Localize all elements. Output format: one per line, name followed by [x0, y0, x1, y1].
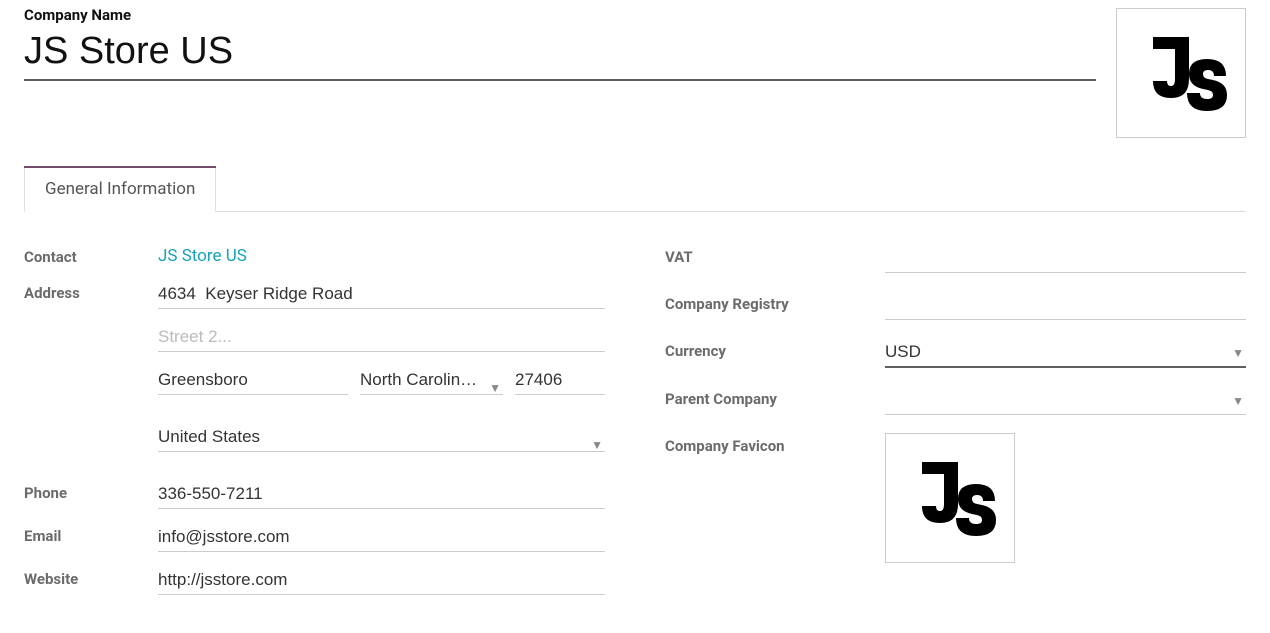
street2-input[interactable] [158, 323, 605, 352]
registry-label: Company Registry [665, 291, 885, 313]
js-logo-icon [900, 448, 1000, 548]
country-select[interactable] [158, 423, 605, 452]
favicon-label: Company Favicon [665, 433, 885, 455]
contact-link[interactable]: JS Store US [158, 244, 247, 266]
city-input[interactable] [158, 366, 348, 395]
js-logo-icon [1131, 23, 1231, 123]
website-input[interactable] [158, 566, 605, 595]
phone-label: Phone [24, 480, 158, 502]
vat-label: VAT [665, 244, 885, 266]
parent-company-label: Parent Company [665, 386, 885, 408]
zip-input[interactable] [515, 366, 605, 395]
contact-label: Contact [24, 244, 158, 266]
state-select[interactable] [360, 366, 503, 395]
company-name-label: Company Name [24, 6, 1096, 24]
address-label: Address [24, 280, 158, 302]
tab-general-information[interactable]: General Information [24, 166, 216, 212]
company-logo[interactable] [1116, 8, 1246, 138]
page-header: Company Name [24, 6, 1246, 138]
tab-bar: General Information [24, 166, 1246, 212]
company-name-input[interactable] [24, 28, 1096, 81]
company-favicon[interactable] [885, 433, 1015, 563]
parent-company-select[interactable] [885, 386, 1246, 415]
website-label: Website [24, 566, 158, 588]
phone-input[interactable] [158, 480, 605, 509]
currency-select[interactable] [885, 338, 1246, 368]
currency-label: Currency [665, 338, 885, 360]
registry-input[interactable] [885, 291, 1246, 320]
email-input[interactable] [158, 523, 605, 552]
vat-input[interactable] [885, 244, 1246, 273]
street1-input[interactable] [158, 280, 605, 309]
email-label: Email [24, 523, 158, 545]
